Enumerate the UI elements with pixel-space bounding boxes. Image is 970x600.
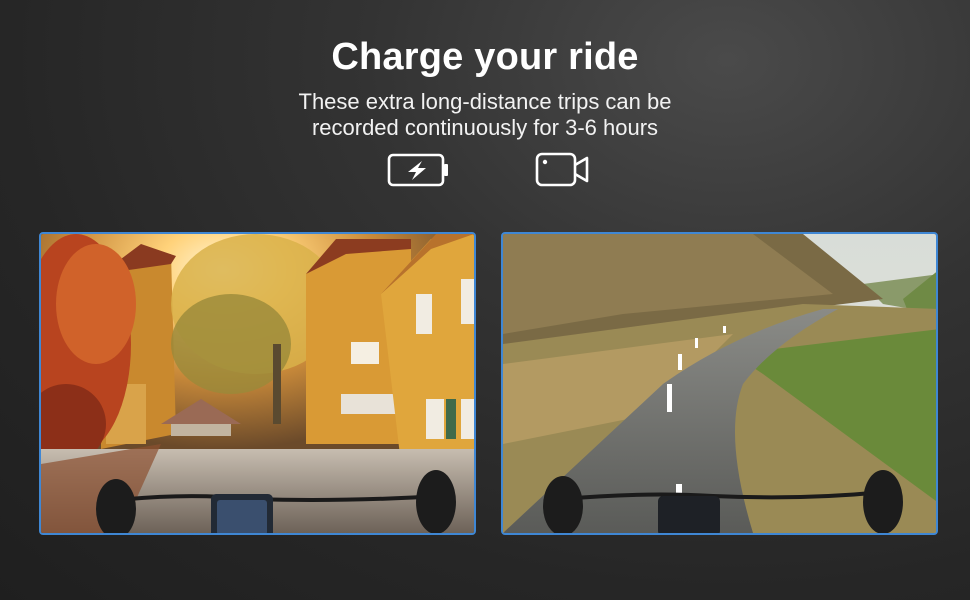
video-camera-icon	[534, 150, 590, 193]
village-street-photo	[39, 232, 476, 535]
mountain-road-photo	[501, 232, 938, 535]
battery-charging-icon	[386, 150, 450, 193]
page-title: Charge your ride	[331, 36, 639, 78]
subtitle-line-2: recorded continuously for 3-6 hours	[311, 115, 659, 140]
subtitle-line-1: These extra long-distance trips can be	[298, 89, 672, 114]
